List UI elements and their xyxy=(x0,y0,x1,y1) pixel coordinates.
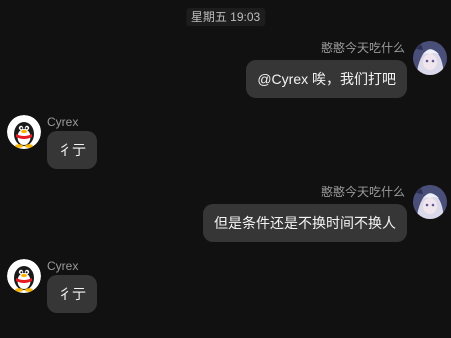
user-avatar[interactable] xyxy=(413,41,447,75)
message-bubble[interactable]: 彳亍 xyxy=(47,131,97,169)
message-item: Cyrex 彳亍 xyxy=(0,115,451,171)
sender-name: 憨憨今天吃什么 xyxy=(320,185,405,199)
qq-penguin-avatar-icon xyxy=(7,259,41,293)
user-avatar[interactable] xyxy=(413,185,447,219)
anime-girl-avatar-icon xyxy=(413,41,447,75)
sender-name: Cyrex xyxy=(47,115,79,129)
chat-message-area[interactable]: 星期五 19:03 憨憨今天吃什么 @Cyrex 唉，我们打吧 Cyrex 彳亍… xyxy=(0,0,451,338)
sender-name: Cyrex xyxy=(47,259,79,273)
message-item: Cyrex 彳亍 xyxy=(0,259,451,315)
user-avatar[interactable] xyxy=(7,115,41,149)
user-avatar[interactable] xyxy=(7,259,41,293)
message-timestamp: 星期五 19:03 xyxy=(185,8,266,26)
message-bubble[interactable]: @Cyrex 唉，我们打吧 xyxy=(246,60,407,98)
anime-girl-avatar-icon xyxy=(413,185,447,219)
qq-penguin-avatar-icon xyxy=(7,115,41,149)
message-bubble[interactable]: 彳亍 xyxy=(47,275,97,313)
message-item: 憨憨今天吃什么 但是条件还是不换时间不换人 xyxy=(0,185,451,245)
sender-name: 憨憨今天吃什么 xyxy=(320,41,405,55)
message-item: 憨憨今天吃什么 @Cyrex 唉，我们打吧 xyxy=(0,41,451,101)
message-bubble[interactable]: 但是条件还是不换时间不换人 xyxy=(203,204,407,242)
